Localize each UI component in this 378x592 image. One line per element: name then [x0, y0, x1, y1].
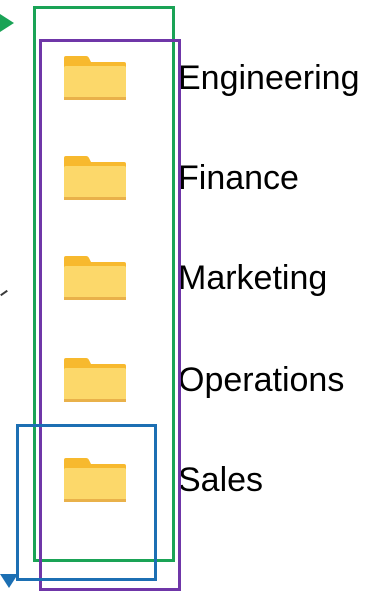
- arrow-green-icon: [0, 14, 14, 32]
- folder-item-marketing[interactable]: Marketing: [62, 248, 378, 308]
- folder-icon: [62, 254, 128, 302]
- folder-item-operations[interactable]: Operations: [62, 350, 378, 410]
- arrow-blue-icon: [0, 574, 18, 588]
- folder-item-finance[interactable]: Finance: [62, 148, 378, 208]
- folder-icon: [62, 154, 128, 202]
- folder-icon: [62, 456, 128, 504]
- folder-item-engineering[interactable]: Engineering: [62, 48, 378, 108]
- folder-label: Engineering: [178, 58, 360, 97]
- folder-label: Marketing: [178, 258, 328, 297]
- folder-label: Operations: [178, 360, 345, 399]
- folder-item-sales[interactable]: Sales: [62, 450, 378, 510]
- folder-label: Sales: [178, 460, 264, 499]
- folder-list: Engineering Finance Marketing Operations…: [0, 0, 378, 592]
- folder-icon: [62, 356, 128, 404]
- folder-label: Finance: [178, 158, 299, 197]
- folder-icon: [62, 54, 128, 102]
